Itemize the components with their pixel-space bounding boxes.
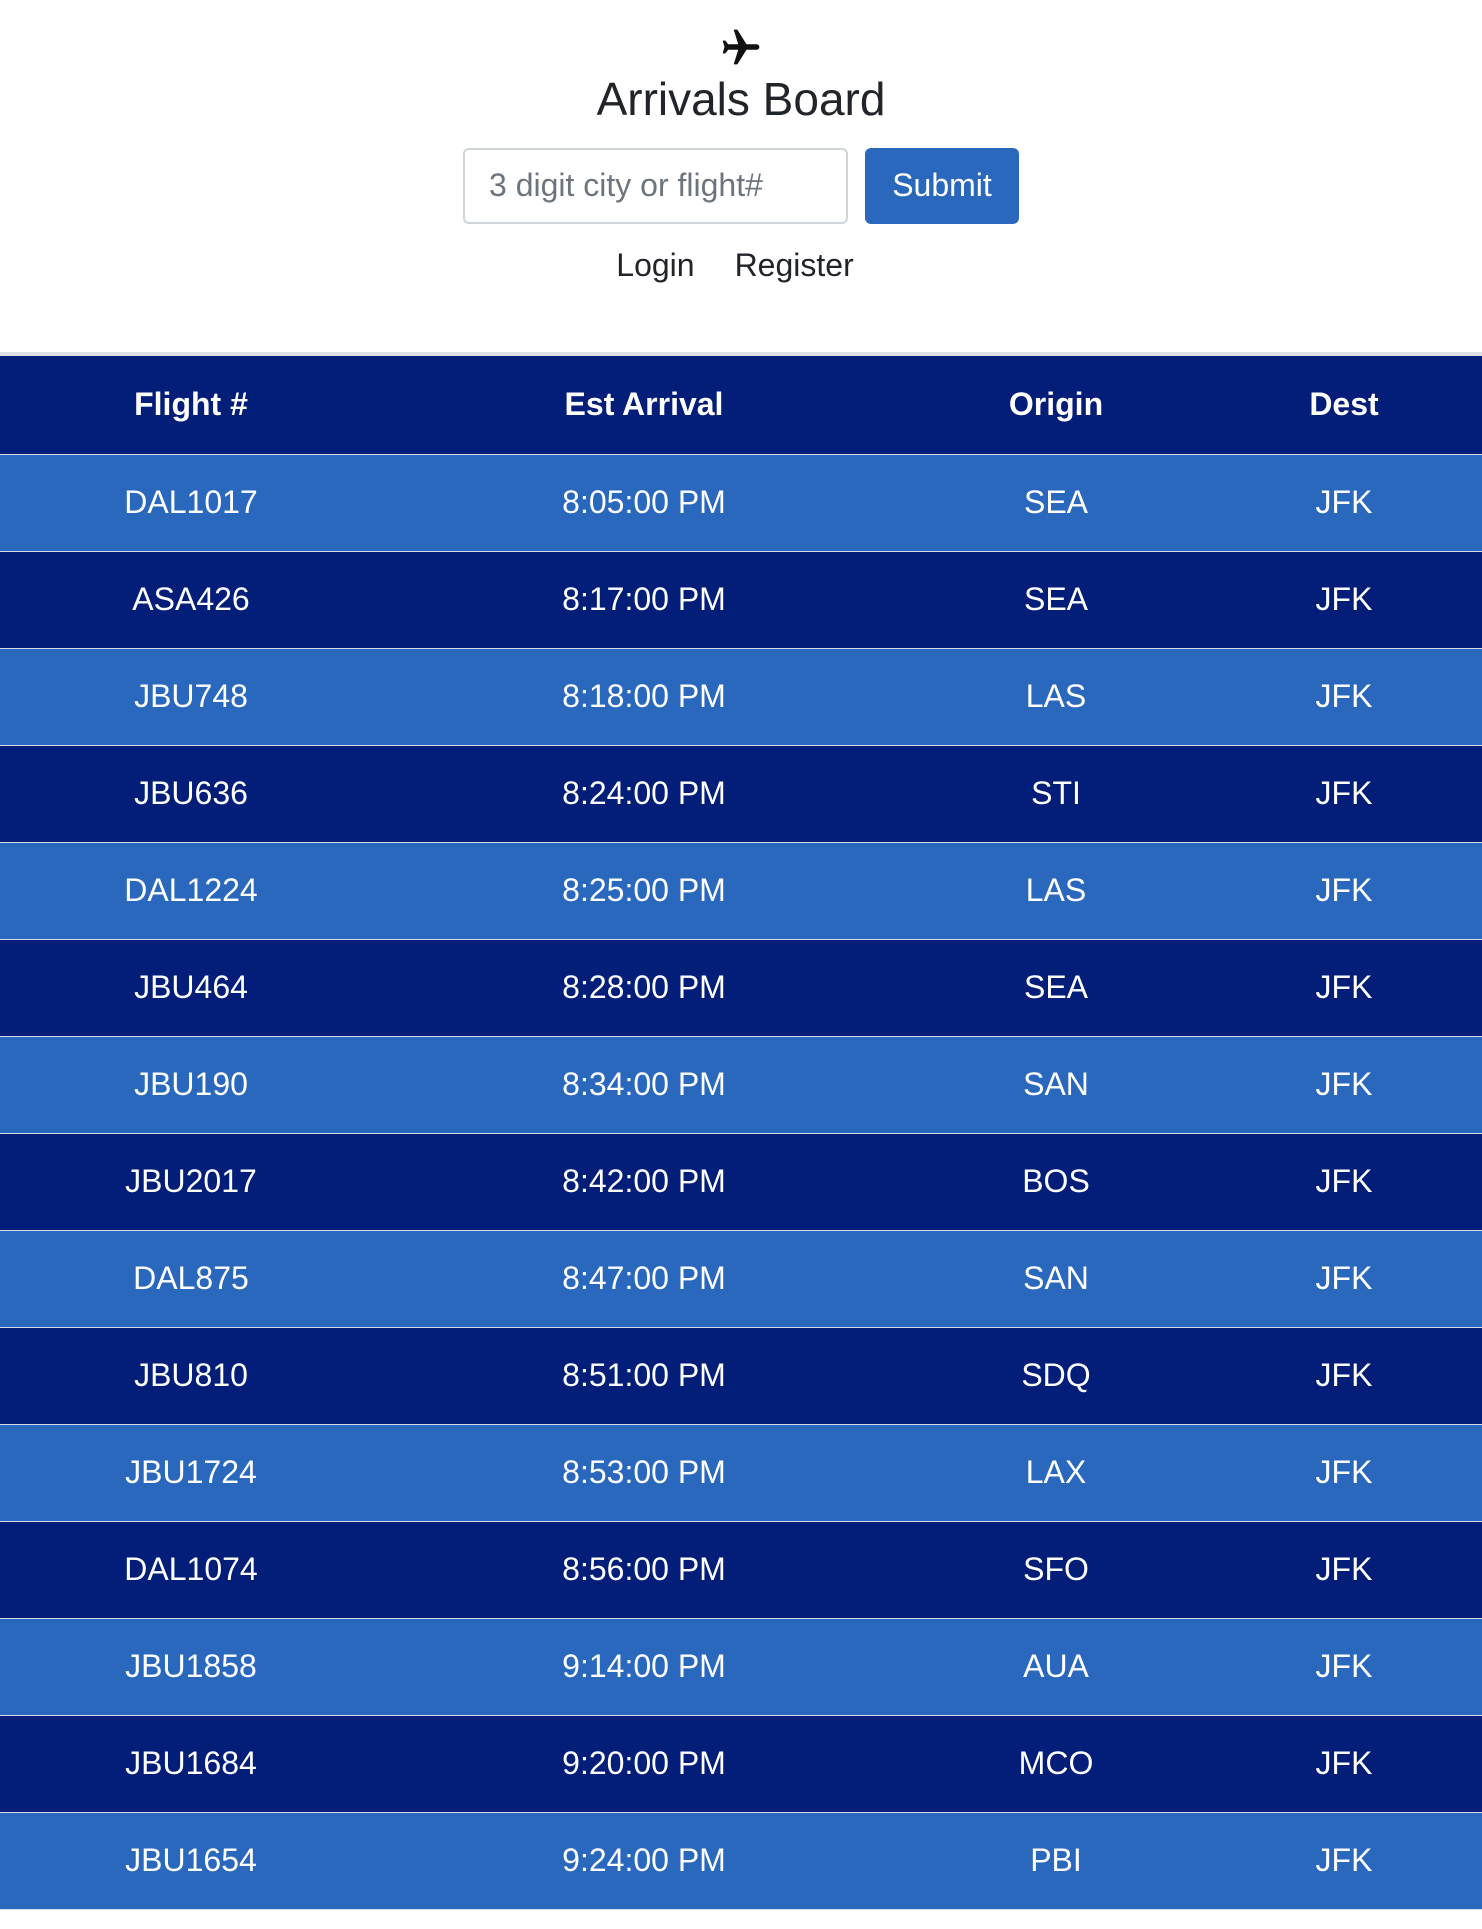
column-header-est-arrival: Est Arrival [382, 356, 906, 455]
cell-flight-number: JBU464 [0, 939, 382, 1037]
cell-flight-number: DAL1017 [0, 454, 382, 552]
cell-flight-number: DAL1224 [0, 842, 382, 940]
auth-nav: Login Register [0, 247, 1482, 284]
cell-flight-number: JBU636 [0, 745, 382, 843]
table-header-row: Flight # Est Arrival Origin Dest [0, 356, 1482, 455]
cell-flight-number: JBU1724 [0, 1424, 382, 1522]
cell-flight-number: JBU1654 [0, 1812, 382, 1910]
table-row: JBU1684 9:20:00 PM MCO JFK [0, 1715, 1482, 1813]
table-row: JBU810 8:51:00 PM SDQ JFK [0, 1327, 1482, 1425]
cell-est-arrival: 8:34:00 PM [382, 1036, 906, 1134]
table-row: JBU636 8:24:00 PM STI JFK [0, 745, 1482, 843]
cell-est-arrival: 8:18:00 PM [382, 648, 906, 746]
cell-dest: JFK [1206, 1424, 1482, 1522]
cell-origin: BOS [906, 1133, 1206, 1231]
cell-flight-number: JBU2017 [0, 1133, 382, 1231]
table-row: DAL1224 8:25:00 PM LAS JFK [0, 842, 1482, 940]
column-header-origin: Origin [906, 356, 1206, 455]
cell-dest: JFK [1206, 1521, 1482, 1619]
cell-dest: JFK [1206, 1133, 1482, 1231]
cell-dest: JFK [1206, 939, 1482, 1037]
cell-dest: JFK [1206, 648, 1482, 746]
cell-est-arrival: 8:51:00 PM [382, 1327, 906, 1425]
page-title: Arrivals Board [596, 73, 886, 125]
cell-est-arrival: 8:42:00 PM [382, 1133, 906, 1231]
table-row: JBU1724 8:53:00 PM LAX JFK [0, 1424, 1482, 1522]
cell-origin: AUA [906, 1618, 1206, 1716]
cell-origin: LAS [906, 648, 1206, 746]
cell-est-arrival: 8:47:00 PM [382, 1230, 906, 1328]
cell-est-arrival: 8:24:00 PM [382, 745, 906, 843]
cell-est-arrival: 9:20:00 PM [382, 1715, 906, 1813]
cell-dest: JFK [1206, 1230, 1482, 1328]
cell-flight-number: DAL1074 [0, 1521, 382, 1619]
cell-dest: JFK [1206, 1618, 1482, 1716]
cell-dest: JFK [1206, 454, 1482, 552]
cell-flight-number: JBU748 [0, 648, 382, 746]
cell-flight-number: JBU1858 [0, 1618, 382, 1716]
column-header-flight: Flight # [0, 356, 382, 455]
cell-est-arrival: 9:14:00 PM [382, 1618, 906, 1716]
cell-origin: STI [906, 745, 1206, 843]
cell-origin: SEA [906, 454, 1206, 552]
cell-dest: JFK [1206, 1715, 1482, 1813]
arrivals-table: Flight # Est Arrival Origin Dest DAL1017… [0, 356, 1482, 1910]
cell-dest: JFK [1206, 1812, 1482, 1910]
cell-est-arrival: 8:53:00 PM [382, 1424, 906, 1522]
cell-origin: SAN [906, 1230, 1206, 1328]
column-header-dest: Dest [1206, 356, 1482, 455]
table-row: JBU464 8:28:00 PM SEA JFK [0, 939, 1482, 1037]
cell-origin: SAN [906, 1036, 1206, 1134]
cell-dest: JFK [1206, 1036, 1482, 1134]
table-row: JBU1858 9:14:00 PM AUA JFK [0, 1618, 1482, 1716]
table-row: DAL1074 8:56:00 PM SFO JFK [0, 1521, 1482, 1619]
airplane-icon [722, 29, 760, 65]
cell-dest: JFK [1206, 551, 1482, 649]
table-row: JBU748 8:18:00 PM LAS JFK [0, 648, 1482, 746]
search-input[interactable] [463, 147, 848, 224]
cell-est-arrival: 9:24:00 PM [382, 1812, 906, 1910]
cell-est-arrival: 8:17:00 PM [382, 551, 906, 649]
page-header: Arrivals Board Submit Login Register [0, 25, 1482, 356]
table-row: ASA426 8:17:00 PM SEA JFK [0, 551, 1482, 649]
table-row: DAL1017 8:05:00 PM SEA JFK [0, 454, 1482, 552]
search-form: Submit [0, 147, 1482, 224]
cell-est-arrival: 8:05:00 PM [382, 454, 906, 552]
cell-origin: LAS [906, 842, 1206, 940]
cell-dest: JFK [1206, 745, 1482, 843]
cell-origin: SDQ [906, 1327, 1206, 1425]
cell-flight-number: JBU810 [0, 1327, 382, 1425]
login-link[interactable]: Login [616, 247, 694, 284]
table-row: DAL875 8:47:00 PM SAN JFK [0, 1230, 1482, 1328]
cell-est-arrival: 8:28:00 PM [382, 939, 906, 1037]
cell-origin: SEA [906, 551, 1206, 649]
cell-origin: SFO [906, 1521, 1206, 1619]
cell-dest: JFK [1206, 1327, 1482, 1425]
register-link[interactable]: Register [735, 247, 854, 284]
table-row: JBU2017 8:42:00 PM BOS JFK [0, 1133, 1482, 1231]
cell-dest: JFK [1206, 842, 1482, 940]
table-row: JBU190 8:34:00 PM SAN JFK [0, 1036, 1482, 1134]
submit-button[interactable]: Submit [865, 147, 1019, 224]
cell-est-arrival: 8:25:00 PM [382, 842, 906, 940]
cell-flight-number: DAL875 [0, 1230, 382, 1328]
cell-origin: SEA [906, 939, 1206, 1037]
cell-est-arrival: 8:56:00 PM [382, 1521, 906, 1619]
table-row: JBU1654 9:24:00 PM PBI JFK [0, 1812, 1482, 1910]
cell-flight-number: ASA426 [0, 551, 382, 649]
cell-origin: MCO [906, 1715, 1206, 1813]
cell-flight-number: JBU190 [0, 1036, 382, 1134]
arrivals-table-body: DAL1017 8:05:00 PM SEA JFK ASA426 8:17:00 PM S… [0, 454, 1482, 1910]
cell-origin: PBI [906, 1812, 1206, 1910]
cell-flight-number: JBU1684 [0, 1715, 382, 1813]
cell-origin: LAX [906, 1424, 1206, 1522]
